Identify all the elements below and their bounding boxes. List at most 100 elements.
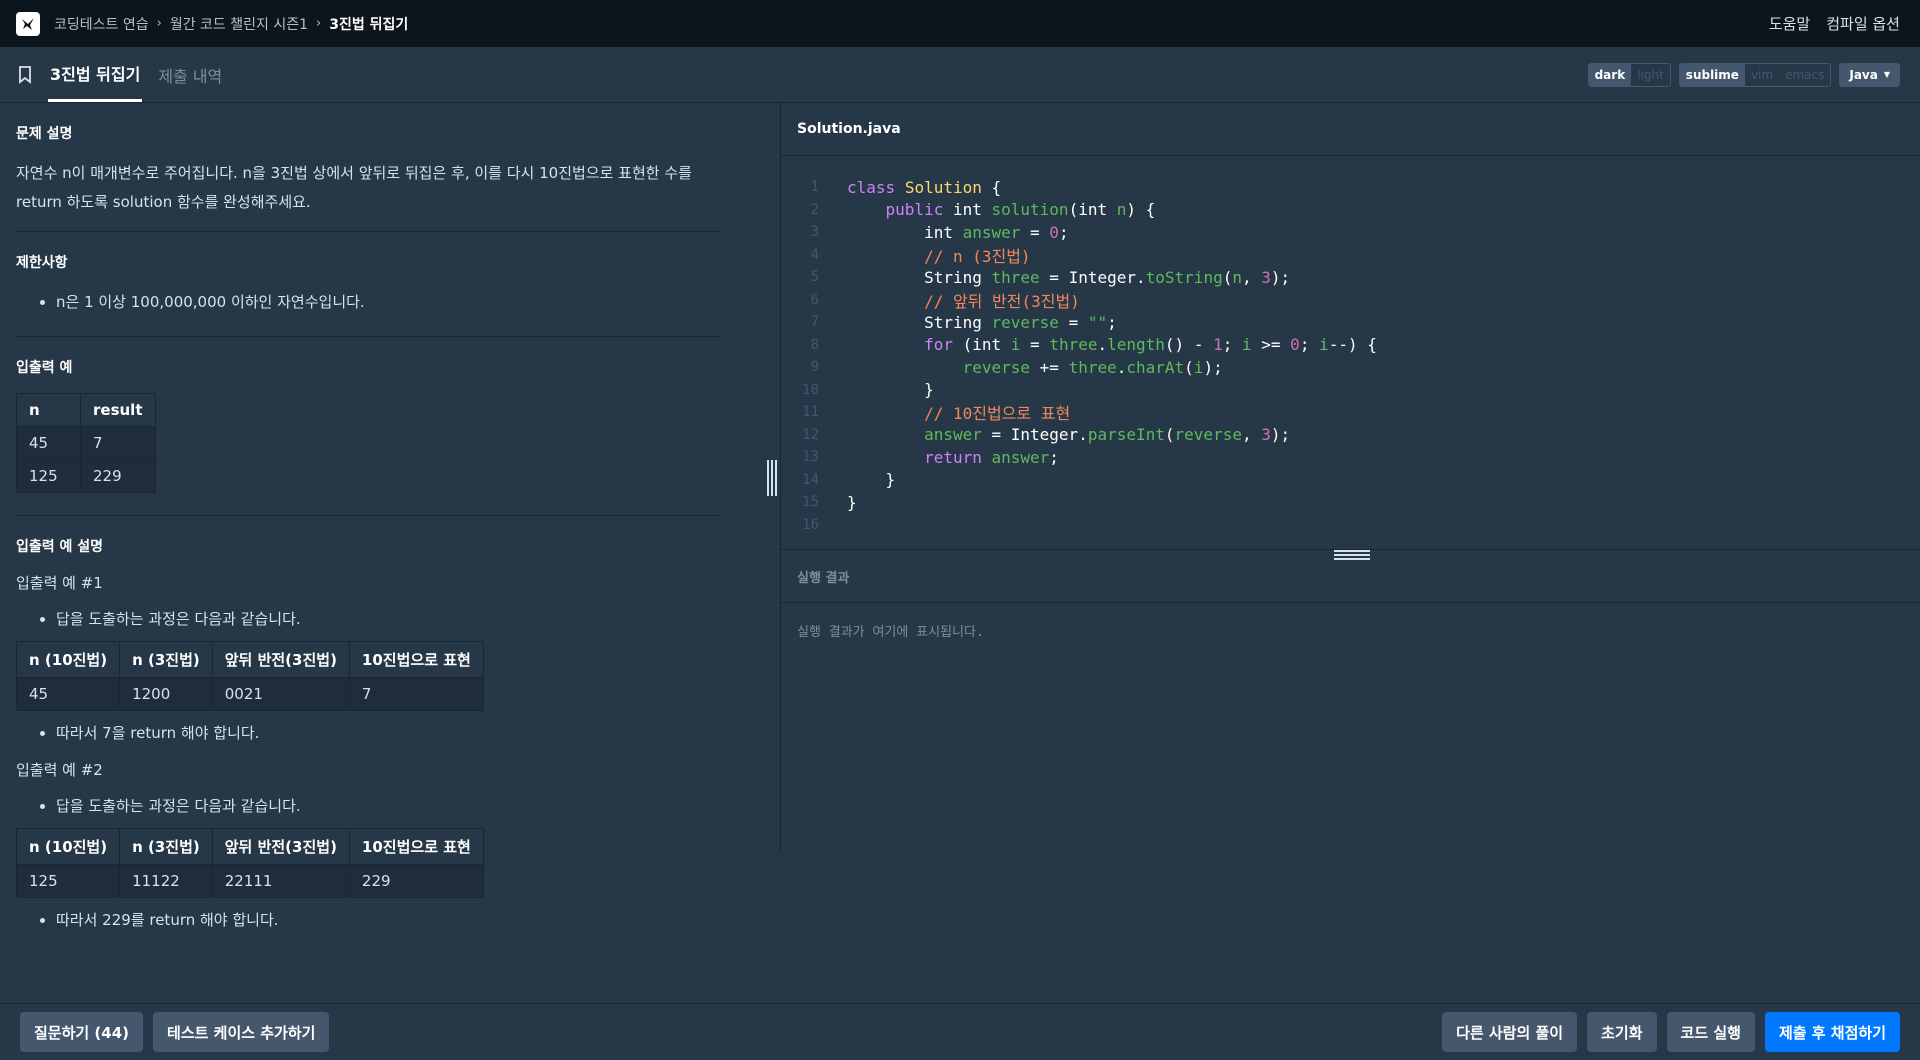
io-table: n result 45 7 125 229: [16, 393, 156, 493]
line-number: 1: [810, 179, 819, 196]
top-navbar: 코딩테스트 연습 › 월간 코드 챌린지 시즌1 › 3진법 뒤집기 도움말 컴…: [0, 0, 1920, 47]
keymap-vim-button[interactable]: vim: [1744, 63, 1780, 86]
code-line: 3 int answer = 0;: [781, 221, 1920, 244]
table-row: 125 11122 22111 229: [15, 864, 484, 898]
list-item: 따라서 229를 return 해야 합니다.: [56, 906, 720, 934]
keymap-sublime-button[interactable]: sublime: [1679, 63, 1745, 86]
breadcrumb-item-challenge[interactable]: 월간 코드 챌린지 시즌1: [170, 14, 308, 34]
code-line: 11 // 10진법으로 표현: [781, 401, 1920, 424]
tab-submissions[interactable]: 제출 내역: [156, 47, 224, 102]
code-line: 10 }: [781, 379, 1920, 402]
description-line: return 하도록 solution 함수를 완성해주세요.: [16, 193, 311, 211]
table-row: 125 229: [16, 459, 156, 493]
bookmark-icon[interactable]: [18, 47, 36, 102]
tab-bar: 3진법 뒤집기 제출 내역 dark light sublime vim ema…: [0, 47, 1920, 103]
line-number: 2: [810, 201, 819, 218]
theme-light-button[interactable]: light: [1631, 63, 1670, 86]
table-header: 10진법으로 표현: [348, 641, 484, 678]
line-number: 14: [802, 471, 819, 488]
table-cell: 125: [15, 864, 121, 898]
table-cell: 229: [348, 864, 484, 898]
reset-button[interactable]: 초기화: [1587, 1012, 1657, 1052]
code-line: 16: [781, 514, 1920, 537]
help-link[interactable]: 도움말: [1769, 13, 1810, 34]
constraints-section: 제한사항 n은 1 이상 100,000,000 이하인 자연수입니다.: [16, 252, 720, 337]
table-cell: 7: [80, 426, 156, 460]
table-header-row: n (10진법) n (3진법) 앞뒤 반전(3진법) 10진법으로 표현: [15, 828, 484, 865]
keymap-emacs-button[interactable]: emacs: [1779, 63, 1831, 86]
breadcrumb-item-practice[interactable]: 코딩테스트 연습: [54, 14, 149, 34]
table-cell: 11122: [119, 864, 213, 898]
line-number: 12: [802, 426, 819, 443]
tab-problem[interactable]: 3진법 뒤집기: [48, 47, 143, 102]
example2-title: 입출력 예 #2: [16, 761, 103, 779]
chevron-right-icon: ›: [156, 16, 162, 31]
table-header-row: n (10진법) n (3진법) 앞뒤 반전(3진법) 10진법으로 표현: [15, 641, 484, 678]
line-number: 3: [810, 224, 819, 241]
example1-table: n (10진법) n (3진법) 앞뒤 반전(3진법) 10진법으로 표현 45…: [15, 641, 484, 711]
table-cell: 1200: [119, 677, 213, 711]
example1-title: 입출력 예 #1: [16, 574, 103, 592]
list-item: 답을 도출하는 과정은 다음과 같습니다.: [56, 605, 720, 633]
code-line: 5 String three = Integer. toString(n, 3);: [781, 266, 1920, 289]
table-header: 앞뒤 반전(3진법): [211, 641, 350, 678]
caret-down-icon: ▼: [1883, 70, 1890, 79]
programmers-logo-icon[interactable]: [16, 11, 40, 36]
line-number: 5: [810, 269, 819, 286]
table-header: 10진법으로 표현: [348, 828, 484, 865]
constraints-title: 제한사항: [16, 255, 68, 271]
editor-filename: Solution.java: [781, 103, 1920, 156]
bottom-action-bar: 질문하기 (44) 테스트 케이스 추가하기 다른 사람의 풀이 초기화 코드 …: [0, 1003, 1920, 1060]
code-line: 12 answer = Integer. parseInt(reverse, 3)…: [781, 424, 1920, 447]
constraints-list: n은 1 이상 100,000,000 이하인 자연수입니다.: [56, 288, 720, 316]
code-line: 7 String reverse = "";: [781, 311, 1920, 334]
table-cell: 0021: [211, 677, 350, 711]
table-header: n (3진법): [119, 641, 213, 678]
code-line: 15}: [781, 491, 1920, 514]
drag-handle-icon[interactable]: [767, 460, 777, 496]
keymap-toggle: sublime vim emacs: [1678, 62, 1832, 87]
table-cell: 45: [16, 426, 81, 460]
theme-dark-button[interactable]: dark: [1588, 63, 1632, 86]
line-number: 9: [810, 359, 819, 376]
code-line: 9 reverse += three. charAt(i);: [781, 356, 1920, 379]
io-section: 입출력 예 n result 45 7 125 229: [16, 357, 720, 516]
explanation-title: 입출력 예 설명: [16, 539, 104, 555]
breadcrumb-item-current: 3진법 뒤집기: [329, 16, 409, 33]
table-cell: 7: [348, 677, 484, 711]
code-line: 4 // n (3진법): [781, 244, 1920, 267]
list-item: 따라서 7을 return 해야 합니다.: [56, 719, 720, 747]
result-output: 실행 결과가 여기에 표시됩니다.: [797, 625, 984, 640]
line-number: 11: [802, 404, 819, 421]
table-cell: 229: [80, 459, 156, 493]
vertical-resize-handle-icon[interactable]: [1334, 550, 1370, 562]
explanation-section: 입출력 예 설명 입출력 예 #1 답을 도출하는 과정은 다음과 같습니다. …: [15, 536, 720, 954]
line-number: 7: [810, 314, 819, 331]
constraint-item: n은 1 이상 100,000,000 이하인 자연수입니다.: [56, 288, 720, 316]
example1-steps: 답을 도출하는 과정은 다음과 같습니다.: [56, 605, 720, 633]
question-button[interactable]: 질문하기 (44): [20, 1012, 144, 1052]
description-line: 자연수 n이 매개변수로 주어집니다. n을 3진법 상에서 앞뒤로 뒤집은 후…: [16, 164, 692, 182]
code-line: 1 class Solution {: [781, 176, 1920, 199]
compile-options-link[interactable]: 컴파일 옵션: [1826, 13, 1900, 34]
language-select[interactable]: Java ▼: [1839, 62, 1900, 87]
code-line: 2 public int solution (int n) {: [781, 199, 1920, 222]
table-cell: 22111: [211, 864, 350, 898]
list-item: 답을 도출하는 과정은 다음과 같습니다.: [56, 792, 720, 820]
add-testcase-button[interactable]: 테스트 케이스 추가하기: [153, 1012, 330, 1052]
table-header: n (3진법): [119, 828, 213, 865]
table-header: n (10진법): [15, 641, 121, 678]
table-header: result: [80, 393, 156, 427]
code-editor[interactable]: 1 class Solution { 2 public int solution(…: [781, 156, 1920, 550]
table-header-row: n result: [16, 393, 156, 427]
table-cell: 45: [15, 677, 121, 711]
run-code-button[interactable]: 코드 실행: [1666, 1012, 1755, 1052]
line-number: 16: [802, 516, 819, 533]
submit-button[interactable]: 제출 후 채점하기: [1764, 1012, 1900, 1052]
editor-panel: Solution.java 1 class Solution { 2 public…: [780, 103, 1920, 853]
others-solutions-button[interactable]: 다른 사람의 풀이: [1442, 1012, 1578, 1052]
io-title: 입출력 예: [16, 360, 73, 376]
panel-divider[interactable]: [764, 103, 780, 853]
table-cell: 125: [16, 459, 81, 493]
line-number: 10: [802, 381, 819, 398]
